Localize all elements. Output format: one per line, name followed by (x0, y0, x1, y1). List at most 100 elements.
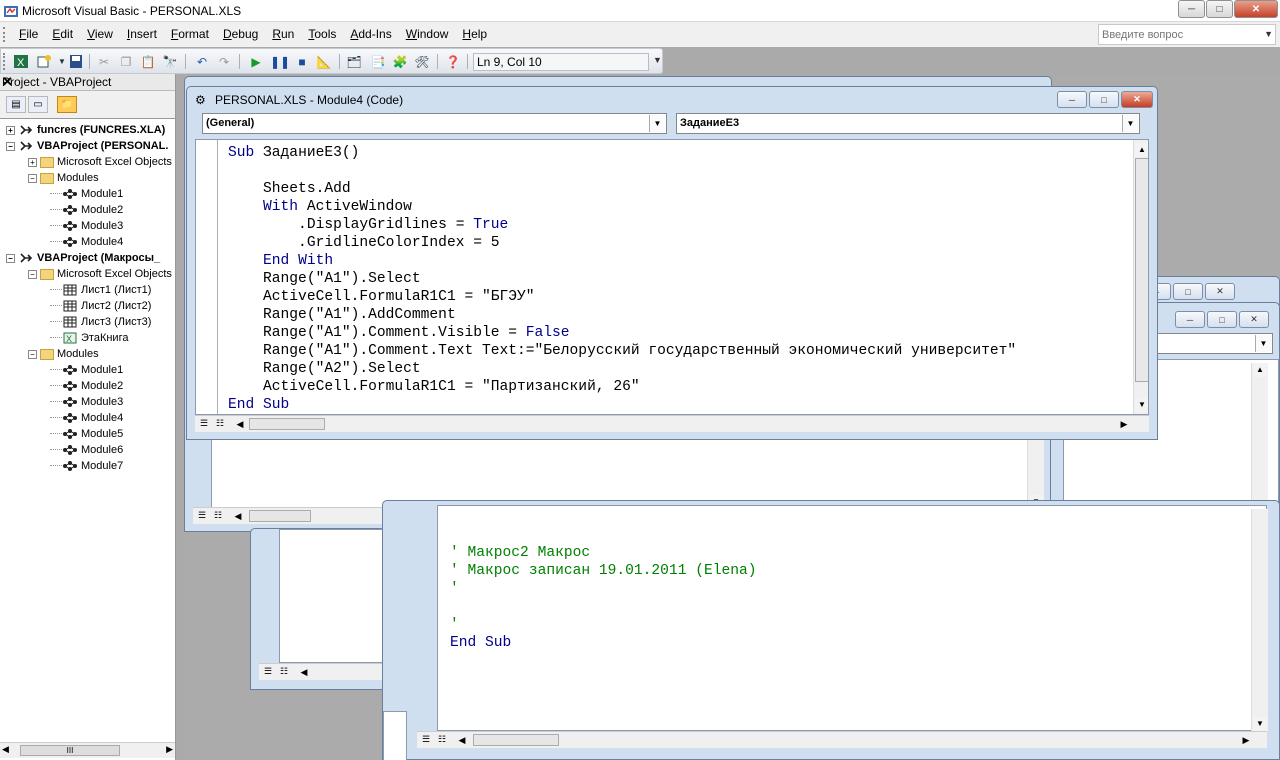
tree-node[interactable]: + Microsoft Excel Objects (28, 154, 172, 170)
hscrollbar[interactable]: ☰ ☷ ◀ ▶ (195, 415, 1149, 432)
procedure-view-icon[interactable]: ☰ (195, 509, 209, 523)
tree-node[interactable]: Module3 (50, 394, 123, 410)
maximize-button[interactable]: □ (1207, 311, 1237, 328)
scroll-left-icon[interactable]: ◀ (297, 665, 311, 679)
tree-node[interactable]: Лист2 (Лист2) (50, 298, 151, 314)
menu-addins[interactable]: Add-Ins (343, 27, 398, 41)
code-line[interactable] (228, 162, 1016, 180)
maximize-button[interactable]: □ (1089, 91, 1119, 108)
expand-icon[interactable]: + (6, 125, 15, 135)
collapse-icon[interactable]: − (6, 253, 15, 263)
menu-format[interactable]: Format (164, 27, 216, 41)
collapse-icon[interactable]: − (28, 173, 37, 183)
scroll-up-icon[interactable]: ▲ (1135, 143, 1148, 157)
full-module-view-icon[interactable]: ☷ (213, 417, 227, 431)
code-line[interactable]: ActiveCell.FormulaR1C1 = "БГЭУ" (228, 288, 1016, 306)
tree-node[interactable]: Module5 (50, 426, 123, 442)
scroll-thumb[interactable] (249, 510, 311, 522)
minimize-button[interactable]: ─ (1175, 311, 1205, 328)
help-search-box[interactable]: ▼ (1098, 24, 1276, 45)
procedure-view-icon[interactable]: ☰ (261, 665, 275, 679)
chevron-down-icon[interactable]: ▼ (1122, 115, 1138, 132)
procedure-view-icon[interactable]: ☰ (197, 417, 211, 431)
tree-node[interactable]: Module2 (50, 378, 123, 394)
code-window-back-5[interactable]: ' Макрос2 Макрос ' Макрос записан 19.01.2… (382, 500, 1280, 760)
cut-icon[interactable]: ✂ (95, 53, 113, 70)
tree-node[interactable]: Module4 (50, 410, 123, 426)
chevron-down-icon[interactable]: ▼ (649, 115, 665, 132)
menu-insert[interactable]: Insert (120, 27, 164, 41)
scroll-right-icon[interactable]: ▶ (166, 744, 173, 755)
menu-view[interactable]: View (80, 27, 120, 41)
scroll-up-icon[interactable]: ▲ (1253, 363, 1267, 377)
code-pane-back-4[interactable] (279, 529, 384, 663)
code-line[interactable]: With ActiveWindow (228, 198, 1016, 216)
copy-icon[interactable]: ❐ (117, 53, 135, 70)
scroll-thumb[interactable]: III (20, 745, 120, 756)
vscrollbar[interactable]: ▲ ▼ (1133, 140, 1148, 414)
collapse-icon[interactable]: − (28, 269, 37, 279)
project-explorer-icon[interactable]: 🗂 (345, 53, 363, 70)
run-icon[interactable]: ▶ (247, 53, 265, 70)
tree-node[interactable]: Module7 (50, 458, 123, 474)
scroll-left-icon[interactable]: ◀ (233, 417, 247, 431)
menu-window[interactable]: Window (399, 27, 456, 41)
tree-node[interactable]: Module3 (50, 218, 123, 234)
minimize-button[interactable]: ─ (1178, 0, 1205, 18)
tree-node[interactable]: − Modules (28, 346, 99, 362)
close-button[interactable]: ✕ (1205, 283, 1235, 300)
toggle-folders-button[interactable]: 📁 (57, 96, 77, 113)
menu-run[interactable]: Run (265, 27, 301, 41)
tree-node[interactable]: − Microsoft Excel Objects (28, 266, 172, 282)
object-browser-icon[interactable]: 🧩 (391, 53, 409, 70)
tree-node[interactable]: − VBAProject (PERSONAL. (6, 138, 168, 154)
reset-icon[interactable]: ■ (293, 53, 311, 70)
undo-icon[interactable]: ↶ (193, 53, 211, 70)
code-window-back-4[interactable]: ☰ ☷ ◀ (250, 528, 385, 690)
menu-file[interactable]: File (12, 27, 45, 41)
code-line[interactable] (450, 598, 757, 616)
code-line[interactable]: End Sub (450, 634, 757, 652)
tree-node[interactable]: Лист3 (Лист3) (50, 314, 151, 330)
code-line[interactable]: .DisplayGridlines = True (228, 216, 1016, 234)
view-object-button[interactable]: ▭ (28, 96, 48, 113)
redo-icon[interactable]: ↷ (215, 53, 233, 70)
code-line[interactable]: ' Макрос записан 19.01.2011 (Elena) (450, 562, 757, 580)
menu-help[interactable]: Help (455, 27, 494, 41)
scroll-left-icon[interactable]: ◀ (231, 509, 245, 523)
tree-node[interactable]: Module1 (50, 362, 123, 378)
collapse-icon[interactable]: − (6, 141, 15, 151)
break-icon[interactable]: ❚❚ (270, 53, 290, 70)
code-line[interactable]: ' (450, 580, 757, 598)
save-icon[interactable] (67, 53, 85, 70)
tree-node[interactable]: X ЭтаКнига (50, 330, 128, 346)
tree-node[interactable]: Module1 (50, 186, 123, 202)
code-editor[interactable]: Sub ЗаданиеЕ3() Sheets.Add With ActiveWi… (195, 139, 1149, 415)
code-line[interactable]: .GridlineColorIndex = 5 (228, 234, 1016, 252)
code-text-back[interactable]: ' Макрос2 Макрос ' Макрос записан 19.01.2… (450, 544, 757, 652)
view-excel-icon[interactable]: X (12, 53, 30, 70)
close-icon[interactable]: ✕ (2, 74, 172, 90)
collapse-icon[interactable]: − (28, 349, 37, 359)
tree-node[interactable]: − VBAProject (Макросы_ (6, 250, 160, 266)
vscrollbar[interactable]: ▼ (1251, 509, 1268, 731)
code-line[interactable]: End Sub (228, 396, 1016, 414)
close-button[interactable]: ✕ (1239, 311, 1269, 328)
code-pane-back-5[interactable]: ' Макрос2 Макрос ' Макрос записан 19.01.2… (437, 505, 1267, 731)
scroll-right-icon[interactable]: ▶ (1117, 417, 1131, 431)
code-line[interactable]: Sub ЗаданиеЕ3() (228, 144, 1016, 162)
code-line[interactable]: Range("A1").AddComment (228, 306, 1016, 324)
chevron-down-icon[interactable]: ▼ (1264, 29, 1273, 39)
full-module-view-icon[interactable]: ☷ (211, 509, 225, 523)
scroll-left-icon[interactable]: ◀ (2, 744, 9, 755)
code-window-titlebar[interactable]: ⚙ PERSONAL.XLS - Module4 (Code) ─ □ ✕ (187, 87, 1157, 111)
help-question-input[interactable] (1099, 25, 1259, 44)
design-mode-icon[interactable]: 📐 (315, 53, 333, 70)
toolbar-options-icon[interactable]: ▼ (653, 55, 662, 65)
margin-indicator-bar[interactable] (196, 140, 218, 414)
tree-node[interactable]: Module6 (50, 442, 123, 458)
close-button[interactable]: ✕ (1121, 91, 1153, 108)
scroll-thumb[interactable] (1135, 158, 1148, 382)
tree-node[interactable]: Module4 (50, 234, 123, 250)
scroll-thumb[interactable] (473, 734, 559, 746)
